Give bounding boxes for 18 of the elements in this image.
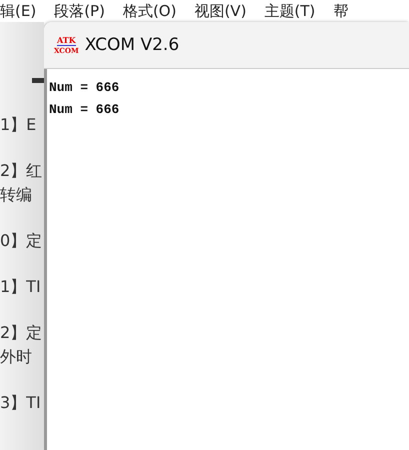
menu-item[interactable]: 格式(O) (122, 2, 176, 20)
menu-item[interactable]: 辑(E) (0, 2, 36, 20)
outline-text: 转编 (0, 184, 33, 206)
outline-text: 1】E (0, 114, 38, 136)
outline-text: 0】定 (0, 230, 44, 252)
outline-text: 3】TI (0, 392, 42, 414)
window-title: XCOM V2.6 (84, 35, 180, 55)
outline-text: 2】定 (0, 322, 44, 344)
outline-text: 1】TI (0, 276, 42, 298)
menu-item[interactable]: 段落(P) (54, 2, 105, 20)
menu-item[interactable]: 帮 (333, 2, 348, 20)
outline-text: 外时 (0, 346, 33, 368)
outline-text: 2】红 (0, 160, 44, 182)
menu-item[interactable]: 主题(T) (264, 2, 316, 20)
output-line: Num = 666 (49, 79, 120, 97)
dash-mark (32, 78, 44, 83)
output-line: Num = 666 (49, 101, 120, 119)
menu-item[interactable]: 视图(V) (194, 2, 246, 20)
